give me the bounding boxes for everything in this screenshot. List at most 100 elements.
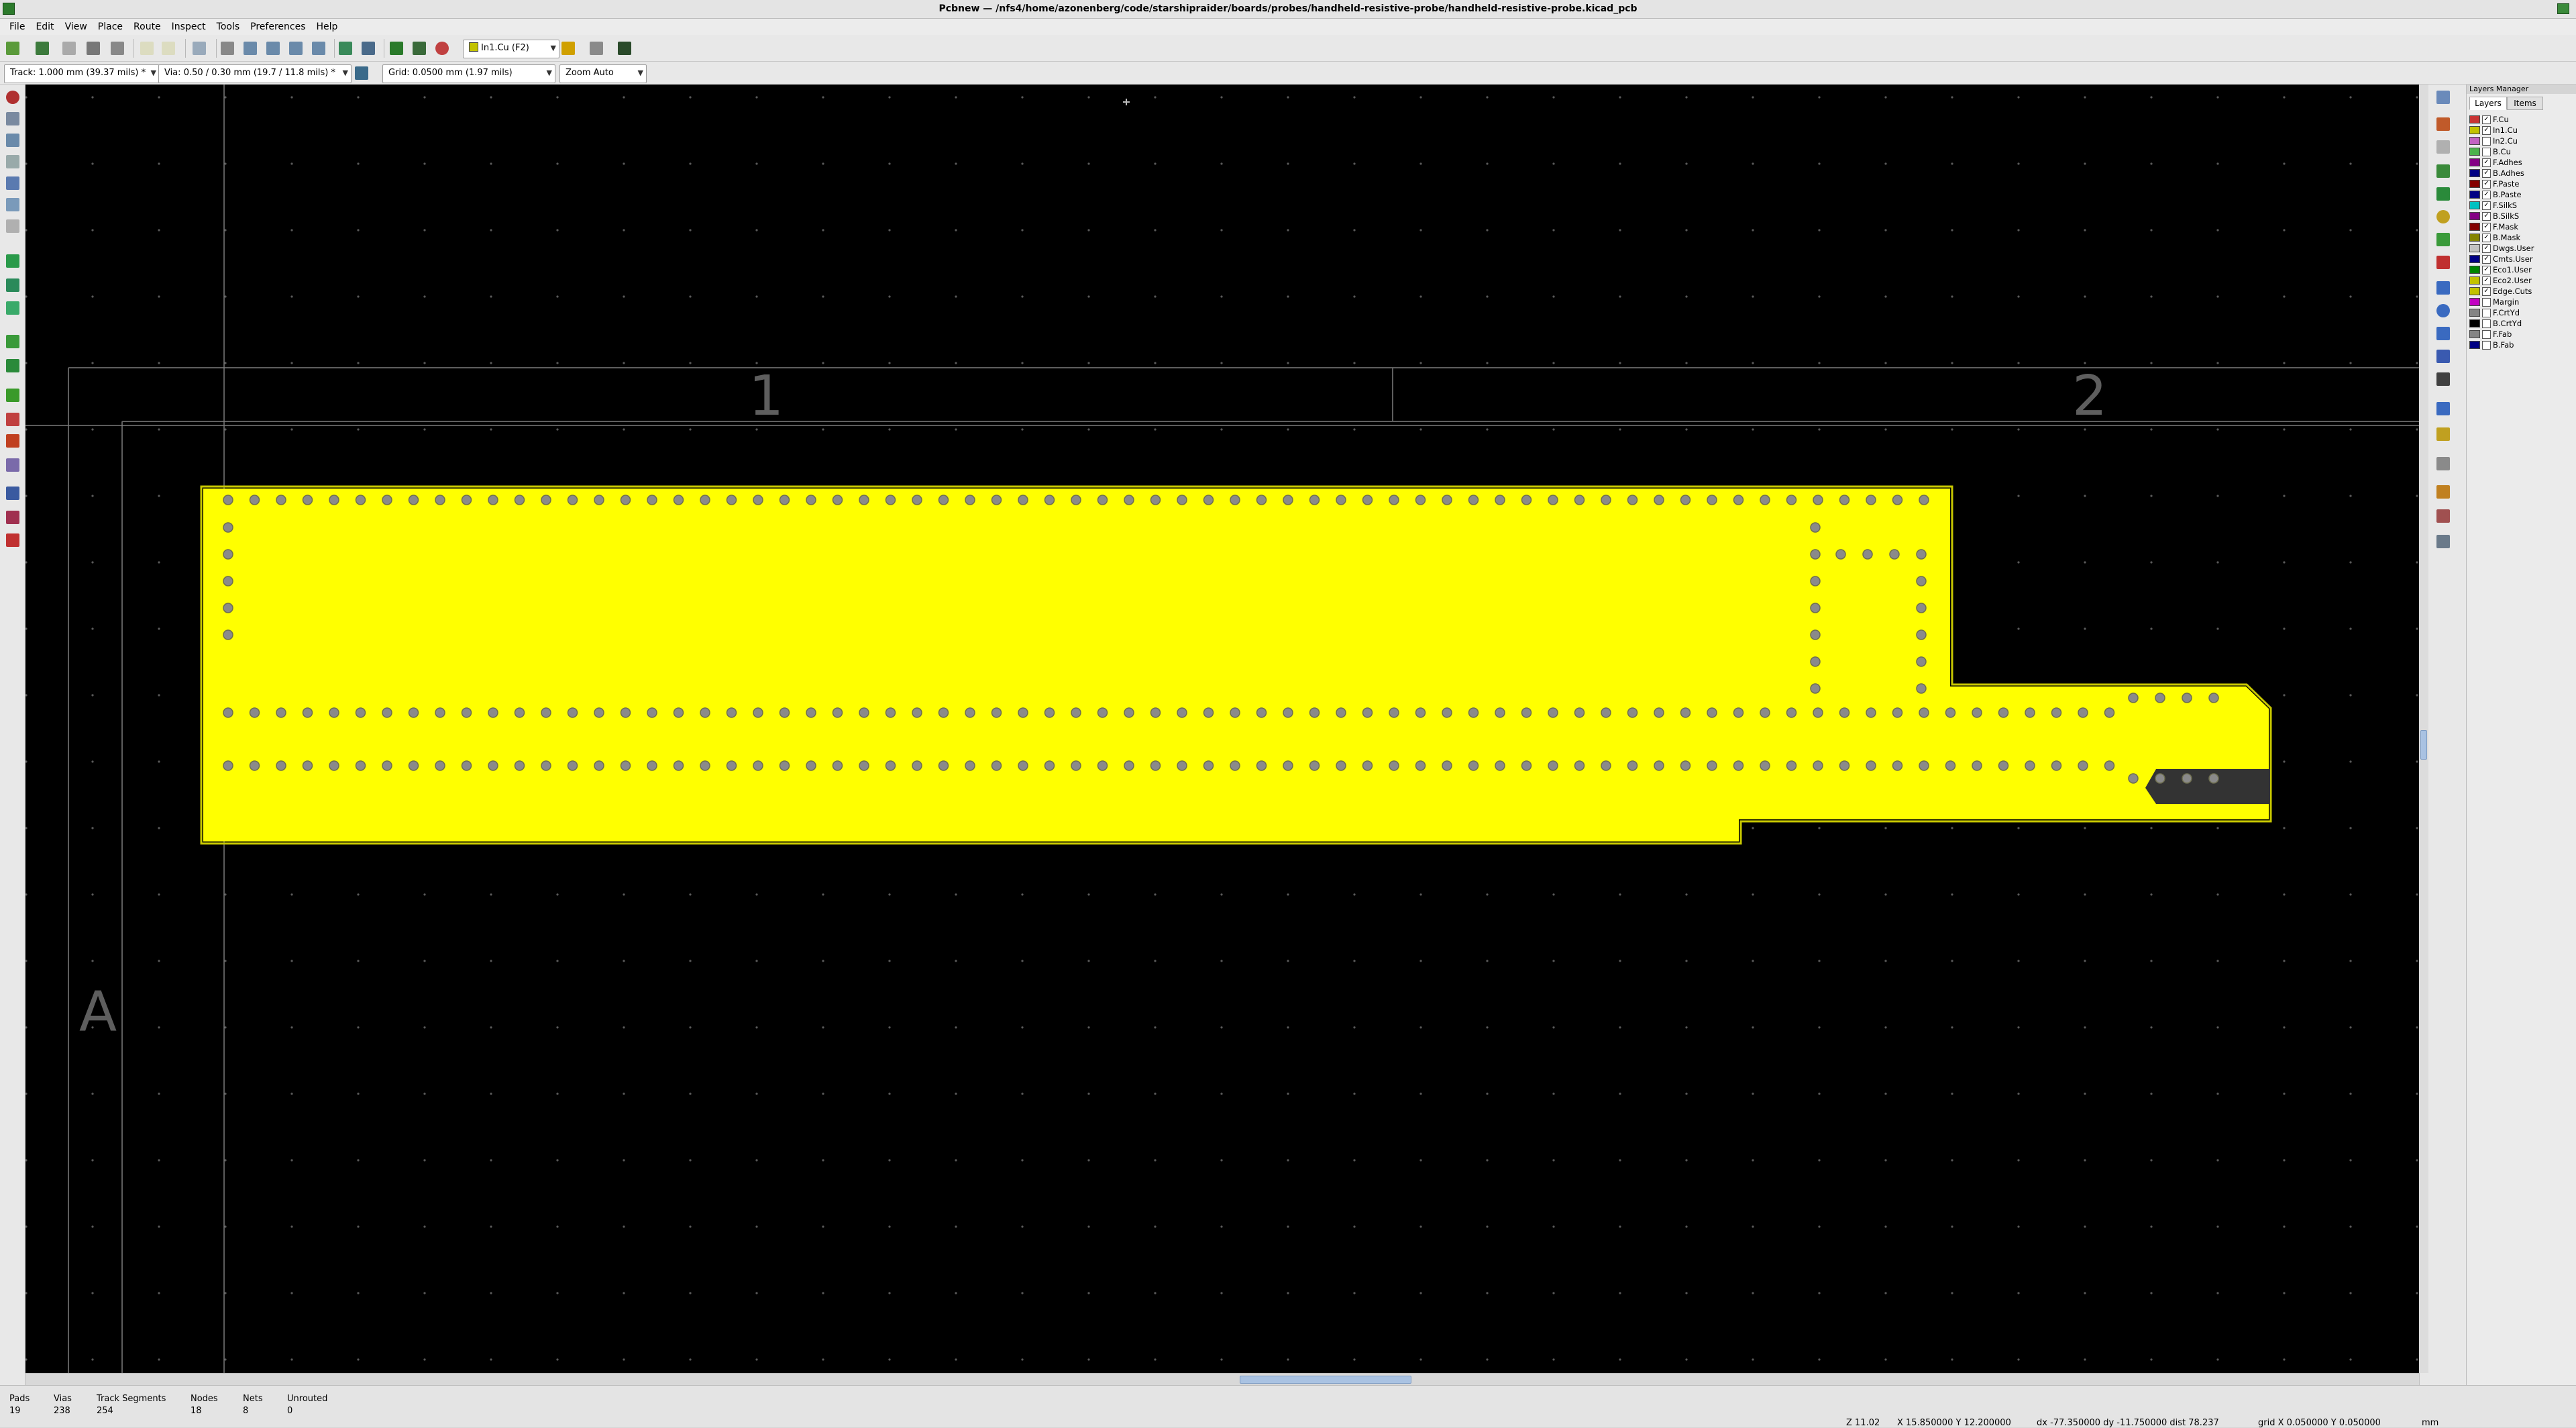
layer-color-swatch[interactable] (2469, 244, 2480, 252)
via[interactable] (779, 707, 790, 718)
via[interactable] (620, 707, 631, 718)
layer-row[interactable]: ✓ In1.Cu (2469, 125, 2518, 136)
via[interactable] (912, 707, 922, 718)
menu-view[interactable]: View (60, 19, 93, 35)
via[interactable] (223, 522, 233, 533)
via[interactable] (1442, 495, 1452, 505)
via[interactable] (1627, 707, 1638, 718)
layer-row[interactable]: ✓ F.Mask (2469, 221, 2518, 232)
layer-row[interactable]: ✓ B.Paste (2469, 189, 2522, 200)
board-setup-icon[interactable] (32, 38, 52, 58)
menu-preferences[interactable]: Preferences (245, 19, 311, 35)
add-circle-icon[interactable] (2434, 302, 2452, 319)
via[interactable] (1203, 760, 1214, 771)
layer-color-swatch[interactable] (2469, 298, 2480, 306)
units-inch-icon[interactable] (4, 153, 21, 170)
drill-origin-icon[interactable] (2434, 483, 2452, 501)
layer-row[interactable]: B.CrtYd (2469, 318, 2522, 329)
via[interactable] (276, 760, 286, 771)
via[interactable] (435, 760, 445, 771)
via[interactable] (2078, 760, 2088, 771)
add-via-icon[interactable] (2434, 208, 2452, 225)
via[interactable] (806, 707, 816, 718)
layer-row[interactable]: ✓ B.Adhes (2469, 168, 2524, 178)
via[interactable] (2104, 760, 2115, 771)
grid-toggle-icon[interactable] (4, 110, 21, 128)
via[interactable] (276, 495, 286, 505)
via[interactable] (329, 760, 339, 771)
via[interactable] (859, 495, 869, 505)
layer-row[interactable]: F.Fab (2469, 329, 2512, 340)
via[interactable] (1916, 656, 1927, 667)
layer-color-swatch[interactable] (2469, 319, 2480, 327)
via[interactable] (859, 707, 869, 718)
net-highlight-icon[interactable] (4, 387, 21, 404)
layer-visibility-checkbox[interactable]: ✓ (2482, 168, 2491, 178)
via[interactable] (1521, 760, 1532, 771)
via[interactable] (1203, 495, 1214, 505)
pcb-canvas[interactable]: 1 2 A (25, 85, 2419, 1373)
via[interactable] (1415, 707, 1426, 718)
via[interactable] (1283, 760, 1293, 771)
layer-visibility-checkbox[interactable]: ✓ (2482, 265, 2491, 274)
zoom-selection-icon[interactable] (309, 38, 329, 58)
page-settings-icon[interactable] (59, 38, 79, 58)
ratsnest-module-icon[interactable] (4, 484, 21, 502)
via[interactable] (885, 495, 896, 505)
via[interactable] (1786, 495, 1797, 505)
layer-color-swatch[interactable] (2469, 126, 2480, 134)
via[interactable] (1044, 760, 1055, 771)
via[interactable] (965, 495, 975, 505)
layer-row[interactable]: ✓ F.SilkS (2469, 200, 2517, 211)
via[interactable] (647, 760, 657, 771)
via[interactable] (700, 707, 710, 718)
layer-color-swatch[interactable] (2469, 158, 2480, 166)
via[interactable] (726, 760, 737, 771)
via[interactable] (1760, 495, 1770, 505)
via[interactable] (1521, 495, 1532, 505)
via[interactable] (1919, 707, 1929, 718)
via[interactable] (1760, 760, 1770, 771)
layer-visibility-checkbox[interactable] (2482, 308, 2491, 317)
via[interactable] (647, 495, 657, 505)
via[interactable] (1495, 495, 1505, 505)
via[interactable] (223, 707, 233, 718)
via[interactable] (1916, 683, 1927, 694)
via[interactable] (2182, 773, 2192, 784)
via[interactable] (2051, 707, 2062, 718)
via[interactable] (2155, 773, 2165, 784)
add-zone-icon[interactable] (2434, 231, 2452, 248)
via[interactable] (1124, 495, 1134, 505)
via[interactable] (1866, 495, 1876, 505)
via[interactable] (1810, 549, 1821, 560)
via[interactable] (965, 760, 975, 771)
via[interactable] (1654, 495, 1664, 505)
via[interactable] (355, 760, 366, 771)
via[interactable] (1889, 549, 1900, 560)
via[interactable] (541, 760, 551, 771)
layer-row[interactable]: B.Fab (2469, 340, 2514, 350)
via[interactable] (1810, 603, 1821, 613)
via[interactable] (1389, 760, 1399, 771)
via[interactable] (1309, 760, 1320, 771)
tab-items[interactable]: Items (2507, 97, 2543, 110)
via[interactable] (1495, 707, 1505, 718)
via[interactable] (382, 495, 392, 505)
via[interactable] (1627, 760, 1638, 771)
via[interactable] (1018, 707, 1028, 718)
via[interactable] (753, 495, 763, 505)
via[interactable] (1998, 707, 2009, 718)
layer-visibility-checkbox[interactable]: ✓ (2482, 254, 2491, 264)
via[interactable] (1810, 629, 1821, 640)
menu-route[interactable]: Route (128, 19, 166, 35)
via[interactable] (1362, 495, 1373, 505)
via[interactable] (1548, 707, 1558, 718)
via[interactable] (806, 760, 816, 771)
via[interactable] (1389, 495, 1399, 505)
via[interactable] (700, 495, 710, 505)
via[interactable] (673, 707, 684, 718)
auto-track-width-icon[interactable] (352, 63, 372, 83)
drc-toggle-icon[interactable] (4, 89, 21, 106)
layer-row[interactable]: ✓ Eco1.User (2469, 264, 2532, 275)
layer-color-swatch[interactable] (2469, 223, 2480, 231)
